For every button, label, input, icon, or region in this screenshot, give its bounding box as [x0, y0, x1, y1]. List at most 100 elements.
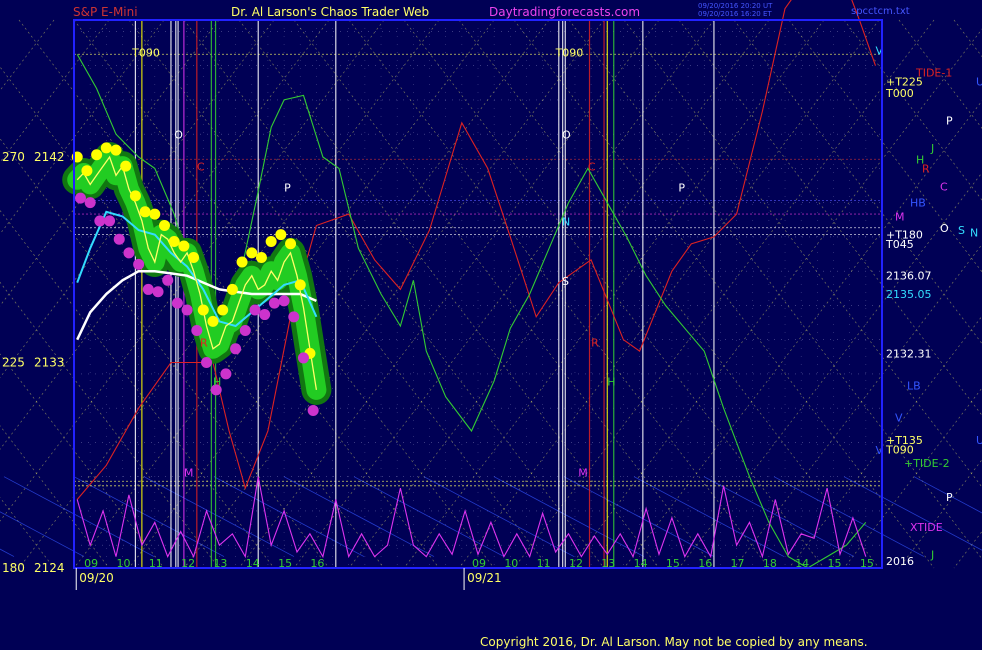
timestamp-et: 09/20/2016 16:20 ET: [698, 10, 772, 18]
chart-annotation: C: [197, 161, 205, 174]
low-marker: [171, 297, 183, 309]
right-label: T090: [885, 443, 914, 456]
right-label: XTIDE: [910, 521, 943, 534]
high-marker: [217, 304, 229, 316]
x-tick-hour: 11: [537, 557, 551, 570]
right-label: U: [976, 76, 982, 89]
right-label: 2136.07: [886, 270, 932, 283]
y-tick-angle: 180: [2, 561, 25, 575]
low-marker: [104, 215, 116, 227]
diagonal-line: [953, 530, 982, 569]
x-tick-hour: 13: [601, 557, 615, 570]
y-tick-angle: 225: [2, 356, 25, 370]
right-label: O: [940, 222, 949, 235]
high-marker: [188, 251, 200, 263]
diagonal-line: [0, 19, 110, 163]
right-label: J: [930, 548, 934, 561]
high-marker: [129, 190, 141, 202]
high-marker: [91, 149, 103, 161]
y-tick-price: 2142: [34, 150, 65, 164]
chart-annotation: C: [588, 161, 596, 174]
low-marker: [268, 297, 280, 309]
x-tick-hour: 09: [84, 557, 98, 570]
y-tick-price: 2124: [34, 561, 65, 575]
x-tick-hour: 12: [569, 557, 583, 570]
low-marker: [142, 283, 154, 295]
low-marker: [201, 357, 213, 368]
x-date-label: 09/21: [467, 571, 502, 585]
high-marker: [285, 238, 297, 250]
low-marker: [230, 343, 242, 355]
chart-canvas: T090 T090O OP PM MC CR RH HNSVV S&P E-Mini Dr. …: [0, 0, 982, 649]
low-marker: [84, 197, 96, 209]
x-tick-hour: 14: [795, 557, 809, 570]
right-label: 2016: [886, 555, 914, 568]
right-label: V: [895, 411, 903, 424]
x-tick-hour: 15: [278, 557, 292, 570]
high-marker: [81, 165, 93, 177]
diagonal-line: [953, 19, 982, 58]
site-title: Dr. Al Larson's Chaos Trader Web: [231, 5, 429, 19]
diagonal-line-blue: [73, 476, 225, 557]
low-marker: [133, 258, 145, 270]
high-marker: [110, 144, 122, 156]
right-label: P: [946, 114, 953, 127]
low-marker: [74, 192, 86, 204]
low-marker: [239, 325, 251, 337]
xtide-series: [76, 476, 867, 559]
low-marker: [288, 311, 300, 323]
chart-annotation: H: [213, 375, 221, 388]
high-marker: [265, 235, 277, 247]
low-marker: [113, 233, 125, 245]
x-tick-hour: 13: [213, 557, 227, 570]
chart-annotation: O: [562, 129, 571, 142]
x-tick-hour: 16: [310, 557, 324, 570]
right-label: M: [895, 210, 905, 223]
low-marker: [191, 325, 203, 337]
high-marker: [120, 160, 132, 172]
chart-annotation: T090: [555, 47, 584, 60]
right-label: J: [930, 142, 934, 155]
y-tick-angle: 270: [2, 150, 25, 164]
low-marker: [162, 274, 174, 286]
chart-annotation: T090: [131, 47, 160, 60]
chart-annotation: N: [562, 216, 570, 229]
timestamp-ut: 09/20/2016 20:20 UT: [698, 2, 773, 10]
low-marker: [307, 404, 319, 416]
diagonal-line-blue: [843, 476, 982, 551]
x-tick-hour: 11: [149, 557, 163, 570]
chart-annotation: M: [184, 467, 194, 480]
y-tick-price: 2133: [34, 356, 65, 370]
symbol-title: S&P E-Mini: [73, 5, 138, 19]
chart-annotation: O: [174, 129, 183, 142]
diagonal-line-blue: [213, 476, 365, 557]
high-marker: [236, 256, 248, 268]
low-marker: [181, 304, 193, 316]
right-label: T000: [885, 87, 914, 100]
x-tick-hour: 09: [472, 557, 486, 570]
chart-annotation: R: [591, 337, 599, 350]
low-marker: [94, 215, 106, 227]
low-marker: [220, 368, 232, 380]
low-marker: [259, 309, 271, 321]
right-label: P: [946, 491, 953, 504]
high-marker: [207, 315, 219, 327]
site-url-link[interactable]: Daytradingforecasts.com: [489, 5, 640, 19]
x-tick-hour: 10: [116, 557, 130, 570]
x-tick-hour: 12: [181, 557, 195, 570]
file-name: spcctcm.txt: [851, 6, 910, 17]
chart-annotation: M: [578, 467, 588, 480]
diagonal-line-blue: [283, 476, 435, 557]
chart-annotation: R: [200, 337, 208, 350]
x-tick-hour: 14: [634, 557, 648, 570]
right-label: HB: [910, 197, 926, 210]
low-marker: [278, 295, 290, 307]
low-marker: [152, 286, 164, 298]
high-marker: [275, 229, 287, 241]
y-axis-labels: 270 2142 225 2133 180 2124: [2, 150, 65, 575]
high-marker: [226, 283, 238, 295]
low-marker: [249, 304, 261, 316]
x-tick-hour: 16: [698, 557, 712, 570]
right-label: R: [922, 162, 930, 175]
low-marker: [297, 352, 309, 364]
